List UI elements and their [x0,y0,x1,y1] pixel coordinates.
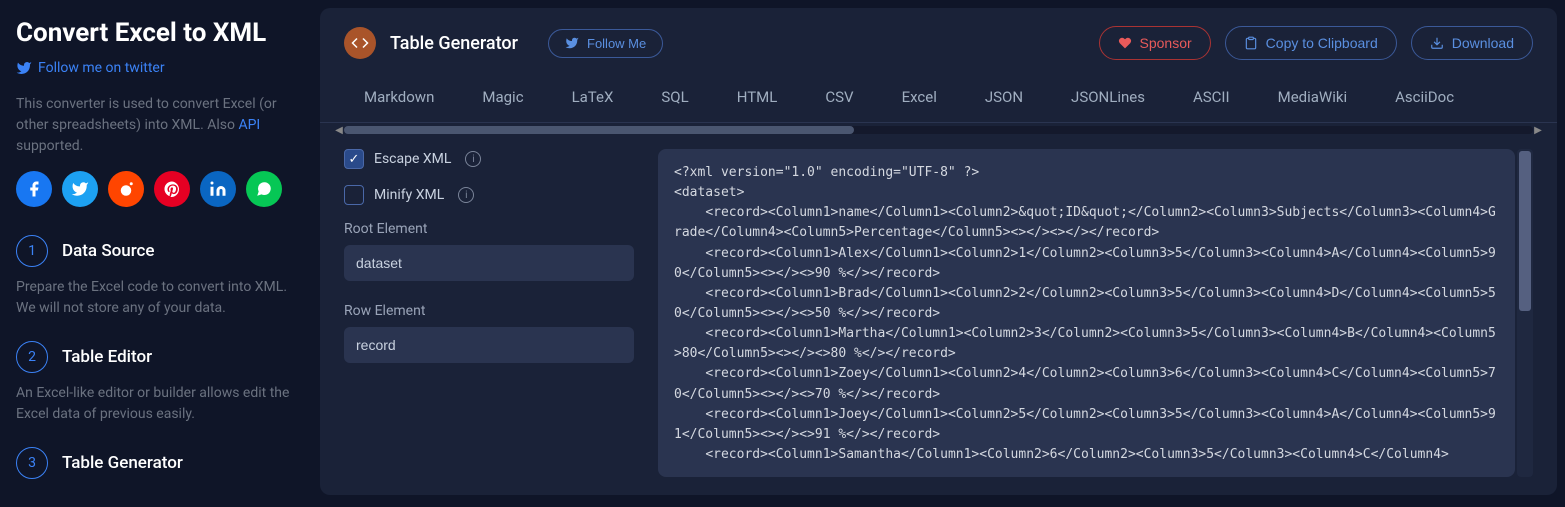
tab-asciidoc[interactable]: AsciiDoc [1395,74,1454,122]
api-link[interactable]: API [238,117,260,133]
download-icon [1430,36,1444,50]
step-desc: An Excel-like editor or builder allows e… [16,383,302,425]
escape-xml-label: Escape XML [374,151,451,167]
root-element-label: Root Element [344,221,634,237]
root-element-input[interactable] [344,245,634,281]
escape-xml-checkbox[interactable] [344,149,364,169]
step-title: Data Source [62,241,155,261]
tab-latex[interactable]: LaTeX [572,74,614,122]
code-vertical-scrollbar[interactable] [1517,149,1533,477]
page-title: Convert Excel to XML [16,18,302,48]
tab-excel[interactable]: Excel [902,74,937,122]
step-number: 3 [16,447,48,479]
step-number: 2 [16,341,48,373]
info-icon[interactable]: i [465,151,481,167]
step-title: Table Editor [62,347,152,367]
linkedin-share-button[interactable] [200,171,236,207]
code-icon [344,27,376,59]
description: This converter is used to convert Excel … [16,94,302,157]
step-table-generator[interactable]: 3 Table Generator [16,447,302,479]
line-share-button[interactable] [246,171,282,207]
xml-output[interactable]: <?xml version="1.0" encoding="UTF-8" ?> … [658,149,1515,477]
tab-html[interactable]: HTML [737,74,778,122]
linkedin-icon [209,180,227,198]
xml-options: Escape XML i Minify XML i Root Element R… [344,149,634,477]
sidebar: Convert Excel to XML Follow me on twitte… [0,0,320,507]
facebook-share-button[interactable] [16,171,52,207]
reddit-icon [117,180,135,198]
tab-json[interactable]: JSON [985,74,1023,122]
tab-markdown[interactable]: Markdown [364,74,434,122]
pinterest-share-button[interactable] [154,171,190,207]
generator-title: Table Generator [390,33,518,54]
minify-xml-label: Minify XML [374,187,444,203]
reddit-share-button[interactable] [108,171,144,207]
scroll-thumb[interactable] [1519,151,1531,311]
twitter-share-button[interactable] [62,171,98,207]
escape-xml-row: Escape XML i [344,149,634,169]
info-icon[interactable]: i [458,187,474,203]
tab-mediawiki[interactable]: MediaWiki [1278,74,1348,122]
scroll-left-icon[interactable]: ◀ [334,125,344,136]
row-element-input[interactable] [344,327,634,363]
tabs-horizontal-scrollbar[interactable]: ◀ ▶ [320,123,1557,137]
pinterest-icon [163,180,181,198]
step-title: Table Generator [62,453,183,473]
main-panel-area: Table Generator Follow Me Sponsor Copy t… [320,0,1565,507]
tab-magic[interactable]: Magic [482,74,523,122]
twitter-icon [565,36,579,50]
row-element-label: Row Element [344,303,634,319]
step-data-source[interactable]: 1 Data Source [16,235,302,267]
sponsor-button[interactable]: Sponsor [1099,26,1211,60]
download-button[interactable]: Download [1411,26,1533,60]
minify-xml-checkbox[interactable] [344,185,364,205]
facebook-icon [25,180,43,198]
step-number: 1 [16,235,48,267]
content-area: Escape XML i Minify XML i Root Element R… [320,137,1557,495]
follow-me-button[interactable]: Follow Me [548,29,663,58]
heart-icon [1118,36,1132,50]
scroll-right-icon[interactable]: ▶ [1533,125,1543,136]
twitter-follow-link[interactable]: Follow me on twitter [16,60,302,76]
panel-header: Table Generator Follow Me Sponsor Copy t… [320,8,1557,74]
scroll-thumb[interactable] [344,126,854,134]
tab-sql[interactable]: SQL [661,74,688,122]
step-desc: Prepare the Excel code to convert into X… [16,277,302,319]
line-icon [255,180,273,198]
tab-ascii[interactable]: ASCII [1193,74,1230,122]
tab-jsonlines[interactable]: JSONLines [1071,74,1145,122]
step-table-editor[interactable]: 2 Table Editor [16,341,302,373]
minify-xml-row: Minify XML i [344,185,634,205]
social-share-row [16,171,302,207]
copy-button[interactable]: Copy to Clipboard [1225,26,1397,60]
twitter-follow-label: Follow me on twitter [38,60,165,76]
tab-csv[interactable]: CSV [825,74,853,122]
twitter-icon [71,180,89,198]
twitter-icon [16,60,32,76]
generator-panel: Table Generator Follow Me Sponsor Copy t… [320,8,1557,495]
clipboard-icon [1244,36,1258,50]
format-tabs: Markdown Magic LaTeX SQL HTML CSV Excel … [320,74,1557,123]
code-output-wrap: <?xml version="1.0" encoding="UTF-8" ?> … [658,149,1533,477]
